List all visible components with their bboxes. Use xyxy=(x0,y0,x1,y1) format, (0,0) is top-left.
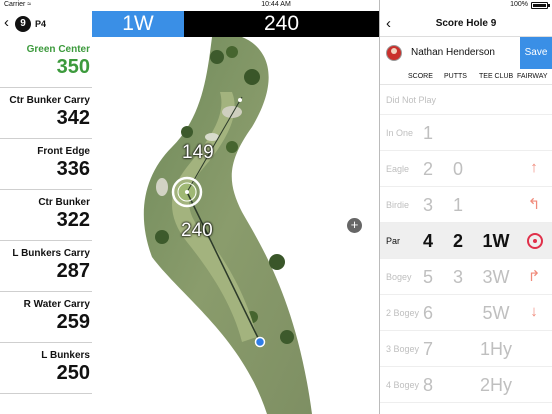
score-row-label: Did Not Play xyxy=(386,95,437,105)
score-row[interactable]: 3 Bogey 7 1Hy xyxy=(380,331,552,367)
distance-value: 336 xyxy=(56,158,90,180)
fairway-hit-target-icon[interactable] xyxy=(527,233,543,249)
distance-value: 350 xyxy=(56,56,90,78)
tee-club-option-selected[interactable]: 1W xyxy=(476,231,516,252)
score-row-label: Par xyxy=(386,236,401,246)
hole-number-badge[interactable]: 9 xyxy=(15,16,31,32)
distance-row[interactable]: Ctr Bunker Carry 342 xyxy=(0,88,92,139)
score-row-label: 2 Bogey xyxy=(386,308,420,318)
score-row[interactable]: Did Not Play xyxy=(380,85,552,115)
score-row-label: In One xyxy=(386,128,414,138)
map-distance-upper: 149 xyxy=(182,142,214,163)
putts-option-selected[interactable]: 2 xyxy=(446,231,470,252)
save-button[interactable]: Save xyxy=(520,37,552,69)
distance-list: Green Center 350 Ctr Bunker Carry 342 Fr… xyxy=(0,37,92,394)
tee-club-option[interactable]: 1Hy xyxy=(476,339,516,360)
score-row-label: 4 Bogey xyxy=(386,380,420,390)
score-row[interactable]: 4 Bogey 8 2Hy xyxy=(380,367,552,403)
clock: 10:44 AM xyxy=(261,1,291,8)
score-title: Score Hole 9 xyxy=(435,18,497,29)
player-name: Nathan Henderson xyxy=(411,47,495,58)
distance-label: L Bunkers xyxy=(41,350,90,361)
distance-label: Green Center xyxy=(26,44,90,55)
fairway-right-arrow-icon[interactable]: ↱ xyxy=(520,267,548,285)
score-panel: ‹ Score Hole 9 Nathan Henderson Save SCO… xyxy=(380,11,552,414)
score-option[interactable]: 3 xyxy=(416,195,440,216)
fairway-short-arrow-icon[interactable]: ↓ xyxy=(520,303,548,320)
column-header-tee-club: TEE CLUB xyxy=(479,73,514,80)
add-marker-button[interactable]: + xyxy=(347,218,362,233)
battery-percent: 100% xyxy=(510,1,528,8)
score-row-label: Bogey xyxy=(386,272,412,282)
distance-label: Ctr Bunker Carry xyxy=(9,95,90,106)
distance-value: 259 xyxy=(56,311,90,333)
distance-row[interactable]: L Bunkers Carry 287 xyxy=(0,241,92,292)
distance-row[interactable]: L Bunkers 250 xyxy=(0,343,92,394)
putts-option[interactable]: 3 xyxy=(446,267,470,288)
putts-option[interactable]: 0 xyxy=(446,159,470,180)
distance-label: Front Edge xyxy=(37,146,90,157)
target-distance: 240 xyxy=(184,11,379,37)
distance-label: L Bunkers Carry xyxy=(12,248,90,259)
column-headers: SCORE PUTTS TEE CLUB FAIRWAY xyxy=(380,69,552,85)
column-header-putts: PUTTS xyxy=(444,73,467,80)
distance-value: 342 xyxy=(56,107,90,129)
distance-row[interactable]: Green Center 350 xyxy=(0,37,92,88)
score-option-selected[interactable]: 4 xyxy=(416,231,440,252)
battery-icon xyxy=(531,2,548,9)
distance-value: 250 xyxy=(56,362,90,384)
fairway-long-arrow-icon[interactable]: ↑ xyxy=(520,159,548,176)
tee-club-option[interactable]: 5W xyxy=(476,303,516,324)
hole-header: ‹ 9 P4 xyxy=(0,11,92,37)
score-row-label: Eagle xyxy=(386,164,410,174)
score-row-label: 3 Bogey xyxy=(386,344,420,354)
score-option[interactable]: 6 xyxy=(416,303,440,324)
distance-row[interactable]: Front Edge 336 xyxy=(0,139,92,190)
tee-club-option[interactable]: 2Hy xyxy=(476,375,516,396)
putts-option[interactable]: 1 xyxy=(446,195,470,216)
map-distance-lower: 240 xyxy=(181,220,213,241)
distance-row[interactable]: R Water Carry 259 xyxy=(0,292,92,343)
player-row: Nathan Henderson Save xyxy=(380,37,552,69)
column-header-fairway: FAIRWAY xyxy=(517,73,548,80)
score-row[interactable]: In One 1 xyxy=(380,115,552,151)
par-label: P4 xyxy=(35,19,47,29)
score-header: ‹ Score Hole 9 xyxy=(380,11,552,37)
distance-label: Ctr Bunker xyxy=(38,197,90,208)
score-row-label: Birdie xyxy=(386,200,410,210)
distance-label: R Water Carry xyxy=(23,299,90,310)
fairway-left-arrow-icon[interactable]: ↰ xyxy=(520,195,548,213)
status-bar: Carrier ≈ 10:44 AM 100% xyxy=(0,0,552,11)
hole-aerial-image xyxy=(143,37,312,414)
back-chevron-icon[interactable]: ‹ xyxy=(4,15,9,31)
score-row[interactable]: Birdie 3 1 ↰ xyxy=(380,187,552,223)
score-row[interactable]: 2 Bogey 6 5W ↓ xyxy=(380,295,552,331)
hole-map[interactable]: 149 240 xyxy=(92,37,379,414)
score-row-selected[interactable]: Par 4 2 1W xyxy=(380,223,552,259)
score-option[interactable]: 2 xyxy=(416,159,440,180)
distance-row[interactable]: Ctr Bunker 322 xyxy=(0,190,92,241)
column-header-score: SCORE xyxy=(408,73,433,80)
selected-club-button[interactable]: 1W xyxy=(92,11,184,37)
score-option[interactable]: 8 xyxy=(416,375,440,396)
avatar xyxy=(386,45,402,61)
score-option[interactable]: 5 xyxy=(416,267,440,288)
distance-value: 287 xyxy=(56,260,90,282)
score-option[interactable]: 7 xyxy=(416,339,440,360)
score-row[interactable]: Bogey 5 3 3W ↱ xyxy=(380,259,552,295)
tee-club-option[interactable]: 3W xyxy=(476,267,516,288)
distance-value: 322 xyxy=(56,209,90,231)
score-rows: Did Not Play In One 1 Eagle 2 0 ↑ Birdie… xyxy=(380,85,552,403)
score-row[interactable]: Eagle 2 0 ↑ xyxy=(380,151,552,187)
score-option[interactable]: 1 xyxy=(416,123,440,144)
